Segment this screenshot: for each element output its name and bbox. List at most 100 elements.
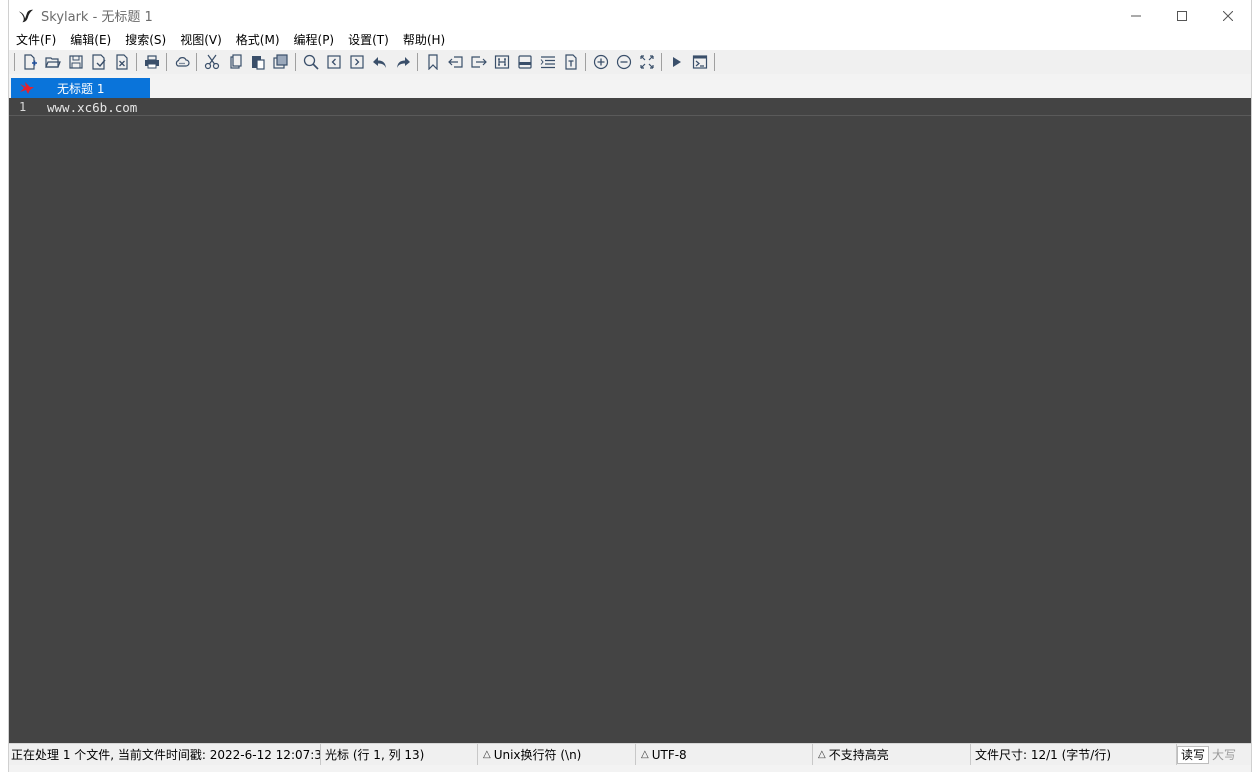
save-as-button[interactable] xyxy=(87,51,110,73)
toolbar-separator xyxy=(417,53,418,71)
status-cursor-text: 光标 (行 1, 列 13) xyxy=(325,748,425,762)
toolbar-separator xyxy=(14,53,15,71)
bookmark-button[interactable] xyxy=(421,51,444,73)
line-text[interactable]: www.xc6b.com xyxy=(47,100,137,115)
save-button[interactable] xyxy=(64,51,87,73)
status-highlight-text: 不支持高亮 xyxy=(828,748,889,762)
find-prev-button[interactable] xyxy=(322,51,345,73)
fullscreen-icon xyxy=(639,55,654,69)
close-file-icon xyxy=(115,54,128,70)
toolbar-separator xyxy=(585,53,586,71)
terminal-icon xyxy=(692,55,707,69)
indent-right-icon xyxy=(470,56,487,68)
menu-help[interactable]: 帮助(H) xyxy=(396,31,452,50)
status-filesize: 文件尺寸: 12/1 (字节/行) xyxy=(971,744,1177,765)
app-window: Skylark - 无标题 1 文件(F) 编辑(E) 搜索(S) 视图(V) … xyxy=(8,0,1252,772)
new-file-button[interactable] xyxy=(18,51,41,73)
status-processing: 正在处理 1 个文件, 当前文件时间戳: 2022-6-12 12:07:34 xyxy=(9,744,321,765)
find-next-button[interactable] xyxy=(345,51,368,73)
print-icon xyxy=(144,55,159,69)
print-button[interactable] xyxy=(140,51,163,73)
status-eol-text: Unix换行符 (\n) xyxy=(493,748,582,762)
triangle-icon: △ xyxy=(818,749,826,760)
maximize-icon xyxy=(1177,10,1187,21)
zoom-out-button[interactable] xyxy=(612,51,635,73)
menu-edit[interactable]: 编辑(E) xyxy=(63,31,118,50)
close-file-button[interactable] xyxy=(110,51,133,73)
status-encoding-text: UTF-8 xyxy=(651,747,687,762)
window-title: Skylark - 无标题 1 xyxy=(41,10,153,25)
capslock-indicator: 大写 xyxy=(1212,748,1237,762)
list-icon xyxy=(540,56,555,69)
maximize-button[interactable] xyxy=(1159,0,1205,31)
save-icon xyxy=(68,55,83,69)
menu-view[interactable]: 视图(V) xyxy=(173,31,229,50)
menu-file[interactable]: 文件(F) xyxy=(9,31,63,50)
status-highlight[interactable]: △ 不支持高亮 xyxy=(813,744,971,765)
status-cursor: 光标 (行 1, 列 13) xyxy=(321,744,478,765)
indent-left-button[interactable] xyxy=(444,51,467,73)
toolbar-separator xyxy=(661,53,662,71)
terminal-button[interactable] xyxy=(688,51,711,73)
find-next-icon xyxy=(349,55,364,69)
run-button[interactable] xyxy=(665,51,688,73)
title-bar: Skylark - 无标题 1 xyxy=(9,0,1251,31)
open-file-button[interactable] xyxy=(41,51,64,73)
list-button[interactable] xyxy=(536,51,559,73)
status-bar: 正在处理 1 个文件, 当前文件时间戳: 2022-6-12 12:07:34 … xyxy=(9,743,1251,765)
toolbar-separator xyxy=(136,53,137,71)
cut-button[interactable] xyxy=(200,51,223,73)
undo-icon xyxy=(372,57,386,68)
menu-format[interactable]: 格式(M) xyxy=(229,31,287,50)
menu-settings[interactable]: 设置(T) xyxy=(341,31,396,50)
cut-icon xyxy=(204,54,219,70)
status-eol[interactable]: △ Unix换行符 (\n) xyxy=(478,744,636,765)
toolbar-separator xyxy=(166,53,167,71)
undo-button[interactable] xyxy=(368,51,391,73)
copy-button[interactable] xyxy=(223,51,246,73)
printer-alt-button[interactable] xyxy=(513,51,536,73)
menu-programming[interactable]: 编程(P) xyxy=(287,31,342,50)
find-prev-icon xyxy=(326,55,341,69)
fullscreen-button[interactable] xyxy=(635,51,658,73)
clipboard-button[interactable] xyxy=(269,51,292,73)
file-text-button[interactable] xyxy=(559,51,582,73)
menu-search[interactable]: 搜索(S) xyxy=(118,31,173,50)
triangle-icon: △ xyxy=(641,749,649,760)
run-icon xyxy=(672,57,681,67)
line-number: 1 xyxy=(19,100,27,114)
bird-tab-icon xyxy=(20,82,34,94)
tab-label: 无标题 1 xyxy=(57,81,105,96)
save-as-icon xyxy=(91,54,106,70)
tab-bar: 无标题 1 xyxy=(9,76,1251,98)
status-filesize-text: 文件尺寸: 12/1 (字节/行) xyxy=(975,748,1112,762)
minimize-icon xyxy=(1131,15,1141,16)
indent-right-button[interactable] xyxy=(467,51,490,73)
tab-untitled-1[interactable]: 无标题 1 xyxy=(11,78,150,98)
zoom-out-icon xyxy=(616,54,631,70)
hex-button[interactable] xyxy=(490,51,513,73)
paste-button[interactable] xyxy=(246,51,269,73)
printer-alt-icon xyxy=(517,55,532,69)
search-button[interactable] xyxy=(299,51,322,73)
readwrite-indicator[interactable]: 读写 xyxy=(1177,745,1210,764)
menu-bar: 文件(F) 编辑(E) 搜索(S) 视图(V) 格式(M) 编程(P) 设置(T… xyxy=(9,31,1251,50)
redo-button[interactable] xyxy=(391,51,414,73)
toolbar-separator xyxy=(714,53,715,71)
close-button[interactable] xyxy=(1205,0,1251,31)
search-icon xyxy=(303,54,319,70)
open-file-icon xyxy=(44,57,61,68)
editor-line[interactable]: 1 www.xc6b.com xyxy=(9,98,1251,116)
skylark-bird-icon xyxy=(17,7,35,25)
zoom-in-button[interactable] xyxy=(589,51,612,73)
editor-area[interactable]: 1 www.xc6b.com xyxy=(9,98,1251,743)
toolbar-separator xyxy=(295,53,296,71)
clipboard-icon xyxy=(272,54,288,69)
status-encoding[interactable]: △ UTF-8 xyxy=(636,744,813,765)
paste-icon xyxy=(251,56,265,70)
cloud-button[interactable] xyxy=(170,51,193,73)
status-processing-text: 正在处理 1 个文件, 当前文件时间戳: 2022-6-12 12:07:34 xyxy=(11,748,321,762)
minimize-button[interactable] xyxy=(1113,0,1159,31)
cloud-icon xyxy=(175,57,190,67)
zoom-in-icon xyxy=(593,54,608,70)
